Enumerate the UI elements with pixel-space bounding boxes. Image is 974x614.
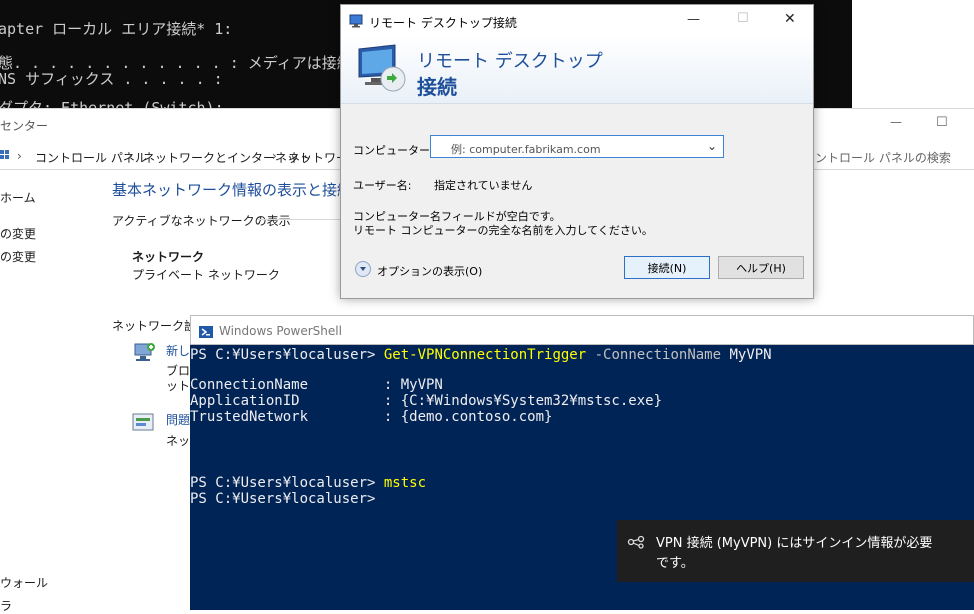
maximize-button: ☐ (737, 11, 749, 26)
powershell-icon (199, 324, 213, 343)
expand-options-icon[interactable] (355, 261, 371, 277)
banner-title-line2: 接続 (417, 75, 457, 99)
console-output-line: ConnectionName : MyVPN (190, 377, 443, 393)
network-name: ネットワーク (132, 250, 205, 264)
breadcrumb-separator-icon: › (17, 149, 22, 163)
toast-message-line-2: です。 (656, 556, 694, 571)
console-command-line: PS C:¥Users¥localuser> mstsc (190, 475, 427, 491)
console-line: NS サフィックス . . . . . : (0, 70, 223, 88)
minimize-button[interactable]: — (890, 115, 902, 129)
powershell-titlebar: Windows PowerShell (190, 315, 974, 345)
sidebar-item-other[interactable]: ラ (0, 597, 12, 614)
console-output-line: TrustedNetwork : {demo.contoso.com} (190, 409, 553, 425)
new-connection-icon (132, 341, 156, 367)
desktop-gap (852, 0, 974, 110)
network-type: プライベート ネットワーク (132, 268, 280, 282)
console-output-line: ApplicationID : {C:¥Windows¥System32¥mst… (190, 393, 663, 409)
maximize-button[interactable]: ☐ (936, 115, 948, 130)
console-prompt-line: PS C:¥Users¥localuser> (190, 491, 384, 507)
remote-desktop-dialog: リモート デスクトップ接続 — ☐ ✕ リモート デスクトップ 接続 コンピュー… (340, 4, 814, 299)
remote-desktop-logo-icon (357, 43, 409, 99)
message-line-2: リモート コンピューターの完全な名前を入力してください。 (353, 224, 653, 237)
active-networks-label: アクティブなネットワークの表示 (112, 214, 291, 228)
dialog-titlebar: リモート デスクトップ接続 — ☐ ✕ (341, 5, 813, 35)
search-input[interactable]: ントロール パネルの検索 (815, 149, 951, 166)
show-options-link[interactable]: オプションの表示(O) (377, 263, 482, 279)
remote-desktop-icon (349, 13, 363, 32)
console-line: apter ローカル エリア接続* 1: (0, 20, 233, 38)
new-connection-link[interactable]: 新し (166, 342, 190, 359)
troubleshoot-icon (132, 412, 156, 438)
console-command-line: PS C:¥Users¥localuser> Get-VPNConnection… (190, 347, 772, 363)
window-title: センター (0, 119, 49, 133)
user-label: ユーザー名: (353, 179, 412, 192)
control-panel-icon (0, 147, 12, 161)
close-button[interactable]: ✕ (784, 11, 796, 27)
sidebar-item-change-sharing[interactable]: の変更 (0, 248, 36, 265)
breadcrumb-network-internet[interactable]: ネットワークとインターネット (143, 149, 311, 166)
connect-button[interactable]: 接続(N) (624, 256, 710, 279)
troubleshoot-link[interactable]: 問題 (166, 411, 190, 428)
computer-input-placeholder: 例: computer.fabrikam.com (451, 143, 601, 156)
chevron-down-icon[interactable]: ⌄ (707, 139, 717, 153)
page-title: 基本ネットワーク情報の表示と接続の (112, 181, 368, 199)
banner-title-line1: リモート デスクトップ (417, 51, 603, 72)
toast-message-line-1: VPN 接続 (MyVPN) にはサインイン情報が必要 (656, 536, 933, 551)
breadcrumb-separator-icon: › (272, 149, 277, 163)
dialog-banner: リモート デスクトップ 接続 (341, 35, 813, 104)
dialog-title: リモート デスクトップ接続 (369, 16, 517, 30)
user-value: 指定されていません (434, 179, 533, 192)
sidebar-item-home[interactable]: ホーム (0, 189, 36, 206)
vpn-toast-notification[interactable]: VPN 接続 (MyVPN) にはサインイン情報が必要 です。 (617, 520, 974, 582)
sidebar-item-firewall[interactable]: ウォール (0, 574, 48, 591)
vpn-icon (627, 534, 645, 553)
breadcrumb-separator-icon: › (128, 149, 133, 163)
powershell-title: Windows PowerShell (219, 324, 342, 338)
minimize-button[interactable]: — (687, 12, 700, 27)
computer-combobox[interactable]: 例: computer.fabrikam.com ⌄ (430, 135, 724, 158)
help-button[interactable]: ヘルプ(H) (718, 256, 804, 279)
sidebar-item-change-adapter[interactable]: の変更 (0, 225, 36, 242)
section-divider (258, 219, 348, 220)
